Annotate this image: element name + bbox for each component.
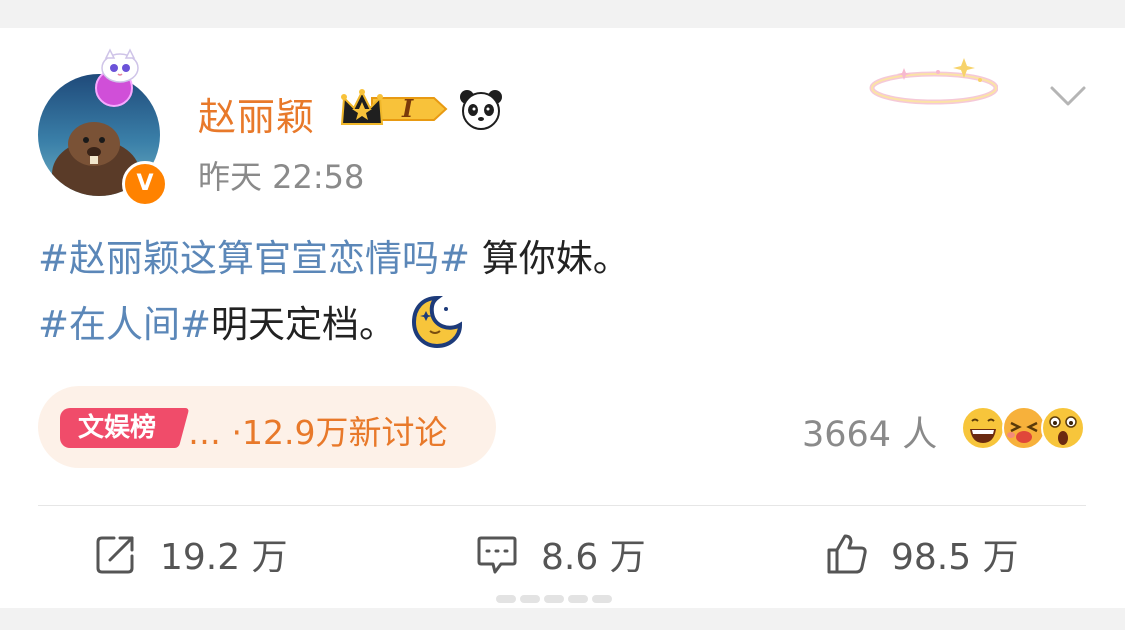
verified-badge-icon: V xyxy=(122,161,168,207)
surprised-emoji-icon xyxy=(1040,405,1086,451)
reactions-count[interactable]: 3664 人 xyxy=(802,406,937,457)
avatar-container[interactable]: V xyxy=(38,44,168,207)
chevron-down-icon[interactable] xyxy=(1048,82,1088,110)
comment-button[interactable]: 8.6 万 xyxy=(475,530,646,578)
bottom-separator xyxy=(0,608,1125,630)
like-count: 98.5 万 xyxy=(891,537,1019,578)
grin-emoji-icon xyxy=(960,405,1006,451)
like-icon xyxy=(827,534,867,574)
repost-button[interactable]: 19.2 万 xyxy=(94,530,288,578)
vip-badge[interactable]: I xyxy=(338,88,452,130)
decorative-halo-icon xyxy=(868,50,999,114)
post-line-1: #赵丽颖这算官宣恋情吗# 算你妹。 xyxy=(38,226,1088,292)
comment-count: 8.6 万 xyxy=(541,537,646,578)
vip-level: I xyxy=(402,94,414,123)
post-body: #赵丽颖这算官宣恋情吗# 算你妹。 #在人间#明天定档。 xyxy=(38,226,1088,358)
hashtag-link[interactable]: #赵丽颖这算官宣恋情吗# xyxy=(38,237,470,280)
hot-topic-pill[interactable]: 文娱榜 … ·12.9万新讨论 xyxy=(38,386,496,468)
hashtag-link[interactable]: #在人间# xyxy=(38,303,211,346)
divider xyxy=(38,505,1086,506)
post-line-2: #在人间#明天定档。 xyxy=(38,292,1088,358)
avatar-pendant-cat-icon xyxy=(90,48,150,108)
hot-list-badge: 文娱榜 xyxy=(60,408,174,448)
post-time: 昨天 22:58 xyxy=(198,158,365,196)
scroll-indicator xyxy=(494,591,626,605)
crown-icon xyxy=(340,89,448,125)
repost-icon xyxy=(96,536,134,574)
panda-icon xyxy=(458,88,504,130)
top-separator xyxy=(0,0,1125,28)
post-text: 算你妹。 xyxy=(470,237,630,280)
comment-icon xyxy=(477,536,517,574)
hot-topic-text: … ·12.9万新讨论 xyxy=(188,413,448,452)
post-text: 明天定档。 xyxy=(211,303,397,346)
like-button[interactable]: 98.5 万 xyxy=(825,530,1019,578)
repost-count: 19.2 万 xyxy=(160,537,288,578)
username[interactable]: 赵丽颖 xyxy=(198,86,315,141)
moon-emoji-icon xyxy=(410,295,464,349)
